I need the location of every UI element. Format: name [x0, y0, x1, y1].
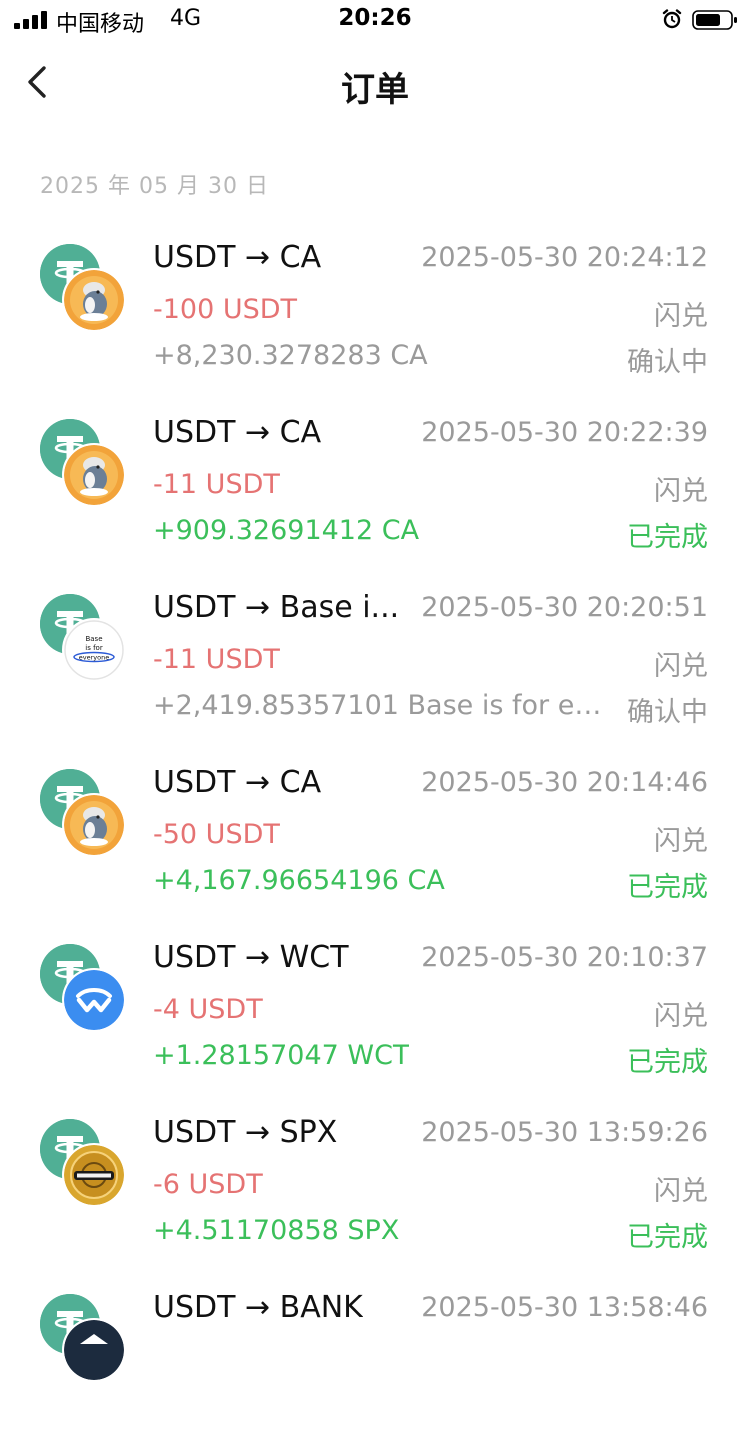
- order-row[interactable]: USDT → Base i... 2025-05-30 20:20:51 -11 U…: [0, 572, 750, 747]
- order-time: 2025-05-30 13:58:46: [421, 1292, 708, 1323]
- nav-bar: 订单: [0, 40, 750, 126]
- status-bar: 中国移动 4G 20:26: [0, 0, 750, 40]
- order-time: 2025-05-30 20:10:37: [421, 942, 708, 973]
- order-pair: USDT → SPX: [153, 1115, 338, 1150]
- order-status: 已完成: [627, 1222, 708, 1253]
- order-received-amount: +1.28157047 WCT: [153, 1040, 410, 1071]
- ca-token-icon: [62, 793, 126, 857]
- ca-token-icon: [62, 268, 126, 332]
- order-received-amount: +909.32691412 CA: [153, 515, 420, 546]
- order-sent-amount: -11 USDT: [153, 644, 280, 675]
- date-section-header: 2025 年 05 月 30 日: [40, 174, 269, 199]
- token-pair-icons: [40, 1119, 126, 1209]
- order-pair: USDT → Base i...: [153, 590, 400, 625]
- base-token-icon: [62, 618, 126, 682]
- order-type: 闪兑: [654, 651, 708, 682]
- order-pair: USDT → CA: [153, 415, 322, 450]
- order-type: 闪兑: [654, 826, 708, 857]
- order-list: USDT → CA 2025-05-30 20:24:12 -100 USDT 闪兑 +…: [0, 222, 750, 1447]
- order-sent-amount: -100 USDT: [153, 294, 298, 325]
- order-status: 确认中: [627, 697, 708, 728]
- order-received-amount: +2,419.85357101 Base is for ever...: [153, 690, 603, 721]
- alarm-icon: [662, 9, 682, 29]
- order-row[interactable]: USDT → CA 2025-05-30 20:24:12 -100 USDT 闪兑 +…: [0, 222, 750, 397]
- order-received-amount: +4,167.96654196 CA: [153, 865, 445, 896]
- order-sent-amount: -50 USDT: [153, 819, 280, 850]
- order-sent-amount: -4 USDT: [153, 994, 263, 1025]
- bank-token-icon: [62, 1318, 126, 1382]
- order-row[interactable]: USDT → CA 2025-05-30 20:14:46 -50 USDT 闪兑 +4…: [0, 747, 750, 922]
- order-pair: USDT → WCT: [153, 940, 349, 975]
- order-pair: USDT → CA: [153, 240, 322, 275]
- order-time: 2025-05-30 20:14:46: [421, 767, 708, 798]
- order-type: 闪兑: [654, 1176, 708, 1207]
- order-time: 2025-05-30 20:24:12: [421, 242, 708, 273]
- order-pair: USDT → CA: [153, 765, 322, 800]
- token-pair-icons: [40, 1294, 126, 1384]
- order-time: 2025-05-30 20:20:51: [421, 592, 708, 623]
- battery-icon: [692, 10, 737, 30]
- order-type: 闪兑: [654, 1001, 708, 1032]
- order-status: 已完成: [627, 1047, 708, 1078]
- order-pair: USDT → BANK: [153, 1290, 363, 1325]
- order-row[interactable]: USDT → WCT 2025-05-30 20:10:37 -4 USDT 闪兑 +1…: [0, 922, 750, 1097]
- order-row[interactable]: USDT → SPX 2025-05-30 13:59:26 -6 USDT 闪兑 +4…: [0, 1097, 750, 1272]
- ca-token-icon: [62, 443, 126, 507]
- order-time: 2025-05-30 13:59:26: [421, 1117, 708, 1148]
- token-pair-icons: [40, 769, 126, 859]
- page-title: 订单: [341, 70, 409, 110]
- order-row[interactable]: USDT → CA 2025-05-30 20:22:39 -11 USDT 闪兑 +9…: [0, 397, 750, 572]
- order-type: 闪兑: [654, 301, 708, 332]
- order-row[interactable]: USDT → BANK 2025-05-30 13:58:46: [0, 1272, 750, 1447]
- order-received-amount: +8,230.3278283 CA: [153, 340, 428, 371]
- order-type: 闪兑: [654, 476, 708, 507]
- order-sent-amount: -11 USDT: [153, 469, 280, 500]
- token-pair-icons: [40, 944, 126, 1034]
- order-received-amount: +4.51170858 SPX: [153, 1215, 400, 1246]
- order-sent-amount: -6 USDT: [153, 1169, 263, 1200]
- spx-token-icon: [62, 1143, 126, 1207]
- order-status: 已完成: [627, 522, 708, 553]
- token-pair-icons: [40, 244, 126, 334]
- status-time: 20:26: [338, 5, 412, 31]
- wct-token-icon: [62, 968, 126, 1032]
- order-time: 2025-05-30 20:22:39: [421, 417, 708, 448]
- order-status: 已完成: [627, 872, 708, 903]
- token-pair-icons: [40, 594, 126, 684]
- token-pair-icons: [40, 419, 126, 509]
- order-status: 确认中: [627, 347, 708, 378]
